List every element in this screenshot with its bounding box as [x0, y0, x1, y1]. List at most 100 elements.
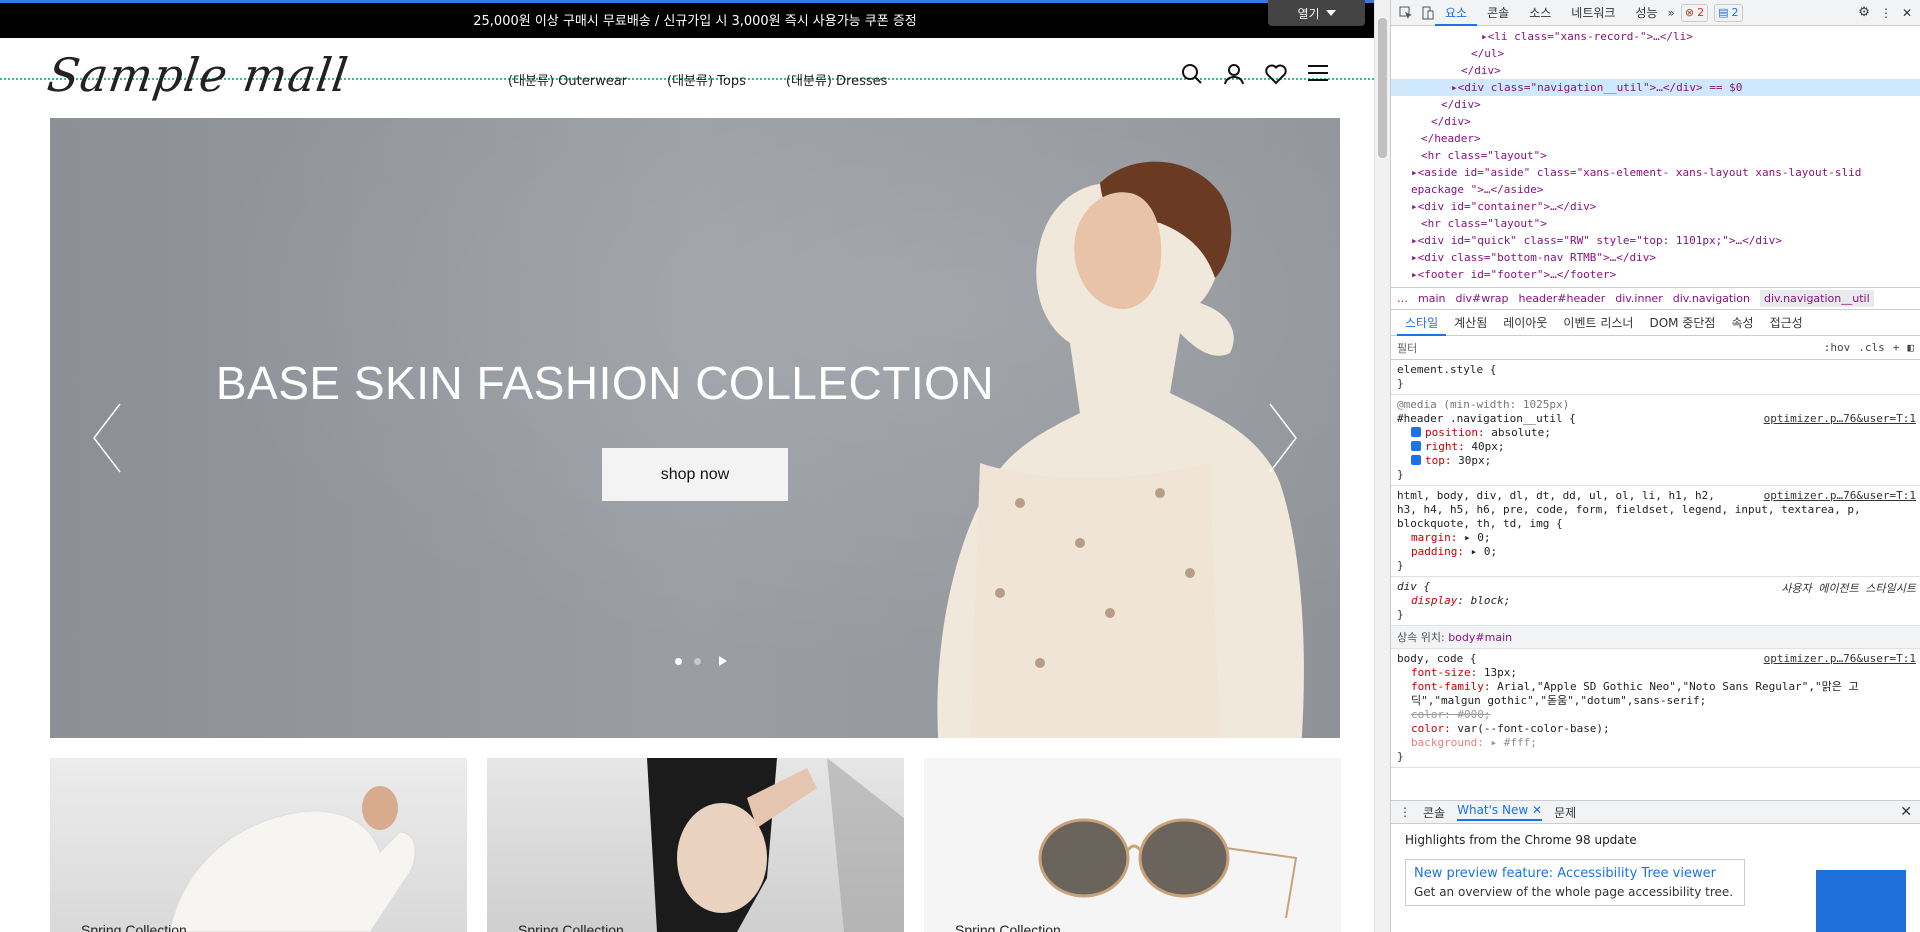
- breadcrumb-wrap[interactable]: div#wrap: [1455, 292, 1508, 305]
- page-scrollbar[interactable]: [1374, 0, 1390, 932]
- drawer-tab-issues[interactable]: 문제: [1554, 804, 1576, 821]
- dom-node-line[interactable]: <hr class="layout">: [1391, 215, 1920, 232]
- css-property[interactable]: color: #000;: [1397, 708, 1914, 722]
- dom-tree[interactable]: ▸<li class="xans-record-">…</li> </ul> </d…: [1391, 26, 1920, 288]
- computed-sidebar-icon[interactable]: ◧: [1907, 341, 1914, 354]
- breadcrumb-main[interactable]: main: [1418, 292, 1445, 305]
- tab-sources[interactable]: 소스: [1519, 0, 1561, 26]
- dom-node-line[interactable]: </header>: [1391, 130, 1920, 147]
- heart-icon[interactable]: [1264, 62, 1288, 86]
- error-badge[interactable]: ⊗ 2: [1680, 3, 1709, 22]
- drawer-tab-whats-new[interactable]: What's New ✕: [1457, 803, 1543, 821]
- settings-gear-icon[interactable]: ⚙: [1858, 5, 1870, 20]
- dom-node-line[interactable]: </div>: [1391, 113, 1920, 130]
- close-drawer-icon[interactable]: ✕: [1900, 804, 1912, 820]
- hamburger-menu-icon[interactable]: [1306, 62, 1330, 86]
- tab-styles[interactable]: 스타일: [1397, 310, 1447, 336]
- close-devtools-icon[interactable]: ✕: [1902, 6, 1912, 20]
- inspect-element-icon[interactable]: [1399, 6, 1413, 20]
- user-icon[interactable]: [1222, 62, 1246, 86]
- tab-dom-breakpoints[interactable]: DOM 중단점: [1641, 310, 1723, 336]
- message-badge[interactable]: ▤ 2: [1714, 3, 1743, 22]
- prev-slide-arrow-icon[interactable]: [88, 398, 128, 478]
- drawer-menu-icon[interactable]: ⋮: [1399, 805, 1411, 819]
- tab-event-listeners[interactable]: 이벤트 리스너: [1555, 310, 1641, 336]
- dom-node-line[interactable]: ▸<div id="quick" class="RW" style="top: …: [1391, 232, 1920, 249]
- breadcrumb-inner[interactable]: div.inner: [1615, 292, 1662, 305]
- tab-accessibility[interactable]: 접근성: [1762, 310, 1811, 336]
- breadcrumb-navigation[interactable]: div.navigation: [1673, 292, 1750, 305]
- tab-performance[interactable]: 성능: [1625, 0, 1667, 26]
- element-style-rule[interactable]: element.style { }: [1391, 360, 1920, 395]
- breadcrumb-ellipsis[interactable]: …: [1397, 292, 1408, 305]
- nav-item-outerwear[interactable]: (대분류) Outerwear: [508, 70, 627, 89]
- dom-node-line[interactable]: ▸<div id="container">…</div>: [1391, 198, 1920, 215]
- inherit-target[interactable]: body#main: [1448, 631, 1512, 644]
- open-button[interactable]: 열기: [1268, 0, 1365, 26]
- nav-item-dresses[interactable]: (대분류) Dresses: [786, 70, 888, 89]
- body-rule[interactable]: body, code { optimizer.p…76&user=T:1 fon…: [1391, 649, 1920, 768]
- property-checkbox-icon[interactable]: [1411, 427, 1421, 437]
- breadcrumb-navigation-util[interactable]: div.navigation__util: [1759, 290, 1874, 307]
- tab-console[interactable]: 콘솔: [1477, 0, 1519, 26]
- dom-node-line[interactable]: </div>: [1391, 62, 1920, 79]
- drawer-tab-console[interactable]: 콘솔: [1423, 804, 1445, 821]
- css-property[interactable]: font-size: 13px;: [1397, 666, 1914, 680]
- css-property[interactable]: font-family: Arial,"Apple SD Gothic Neo"…: [1397, 680, 1914, 694]
- css-property[interactable]: padding: ▸ 0;: [1397, 545, 1914, 559]
- devtools-panel: 요소 콘솔 소스 네트워크 성능 » ⊗ 2 ▤ 2 ⚙ ⋮ ✕ ▸<li clas…: [1390, 0, 1920, 932]
- device-toolbar-icon[interactable]: [1421, 6, 1435, 20]
- new-rule-button[interactable]: +: [1893, 341, 1900, 354]
- css-property[interactable]: background: ▸ #fff;: [1397, 736, 1914, 750]
- close-tab-icon[interactable]: ✕: [1532, 803, 1542, 817]
- shop-now-button[interactable]: shop now: [602, 448, 788, 501]
- more-tabs-icon[interactable]: »: [1668, 6, 1675, 20]
- whats-new-card[interactable]: New preview feature: Accessibility Tree …: [1405, 859, 1745, 906]
- dom-node-line[interactable]: ▸<li class="xans-record-">…</li>: [1391, 28, 1920, 45]
- css-property[interactable]: position: absolute;: [1397, 426, 1914, 440]
- css-property[interactable]: top: 30px;: [1397, 454, 1914, 468]
- breadcrumb-header[interactable]: header#header: [1519, 292, 1606, 305]
- tab-computed[interactable]: 계산됨: [1446, 310, 1495, 336]
- slide-dot-1[interactable]: [675, 657, 682, 665]
- css-property[interactable]: 딕","malgun gothic","돋움","dotum",sans-ser…: [1397, 694, 1914, 708]
- next-slide-arrow-icon[interactable]: [1262, 398, 1302, 478]
- rule-source-link[interactable]: optimizer.p…76&user=T:1: [1764, 412, 1916, 425]
- nav-item-tops[interactable]: (대분류) Tops: [667, 70, 746, 89]
- tab-layout[interactable]: 레이아웃: [1495, 310, 1555, 336]
- dom-node-line[interactable]: ▸<div class="navigation__util">…</div> =…: [1391, 79, 1920, 96]
- css-property[interactable]: margin: ▸ 0;: [1397, 531, 1914, 545]
- search-icon[interactable]: [1180, 62, 1204, 86]
- play-icon[interactable]: [719, 656, 727, 666]
- dom-node-line[interactable]: epackage ">…</aside>: [1391, 181, 1920, 198]
- tab-network[interactable]: 네트워크: [1561, 0, 1625, 26]
- rule-source-link[interactable]: optimizer.p…76&user=T:1: [1764, 489, 1916, 502]
- property-checkbox-icon[interactable]: [1411, 441, 1421, 451]
- dom-node-line[interactable]: </div>: [1391, 96, 1920, 113]
- dom-node-line[interactable]: ▸<footer id="footer">…</footer>: [1391, 266, 1920, 283]
- dom-node-line[interactable]: <hr class="layout">: [1391, 147, 1920, 164]
- collection-card-2[interactable]: Spring Collection: [487, 758, 904, 932]
- site-logo[interactable]: Sample mall: [44, 48, 352, 102]
- media-rule[interactable]: @media (min-width: 1025px) #header .navi…: [1391, 395, 1920, 486]
- filter-input[interactable]: 필터: [1397, 340, 1816, 356]
- kebab-menu-icon[interactable]: ⋮: [1880, 6, 1892, 20]
- scrollbar-thumb[interactable]: [1378, 18, 1387, 158]
- css-property[interactable]: right: 40px;: [1397, 440, 1914, 454]
- slide-dot-2[interactable]: [694, 657, 701, 665]
- user-agent-rule[interactable]: div { 사용자 에이전트 스타일시트 display: block; }: [1391, 577, 1920, 626]
- cls-button[interactable]: .cls: [1858, 341, 1885, 354]
- property-checkbox-icon[interactable]: [1411, 455, 1421, 465]
- collection-card-3[interactable]: Spring Collection: [924, 758, 1341, 932]
- tab-properties[interactable]: 속성: [1723, 310, 1761, 336]
- dom-node-line[interactable]: </ul>: [1391, 45, 1920, 62]
- css-property[interactable]: color: var(--font-color-base);: [1397, 722, 1914, 736]
- tab-elements[interactable]: 요소: [1435, 0, 1478, 26]
- rule-source-link[interactable]: optimizer.p…76&user=T:1: [1764, 652, 1916, 665]
- reset-rule[interactable]: html, body, div, dl, dt, dd, ul, ol, li,…: [1391, 486, 1920, 577]
- hov-button[interactable]: :hov: [1824, 341, 1851, 354]
- collection-card-1[interactable]: Spring Collection: [50, 758, 467, 932]
- dom-node-line[interactable]: ▸<div class="bottom-nav RTMB">…</div>: [1391, 249, 1920, 266]
- dom-node-line[interactable]: ▸<aside id="aside" class="xans-element- …: [1391, 164, 1920, 181]
- whats-new-card-title[interactable]: New preview feature: Accessibility Tree …: [1414, 866, 1736, 881]
